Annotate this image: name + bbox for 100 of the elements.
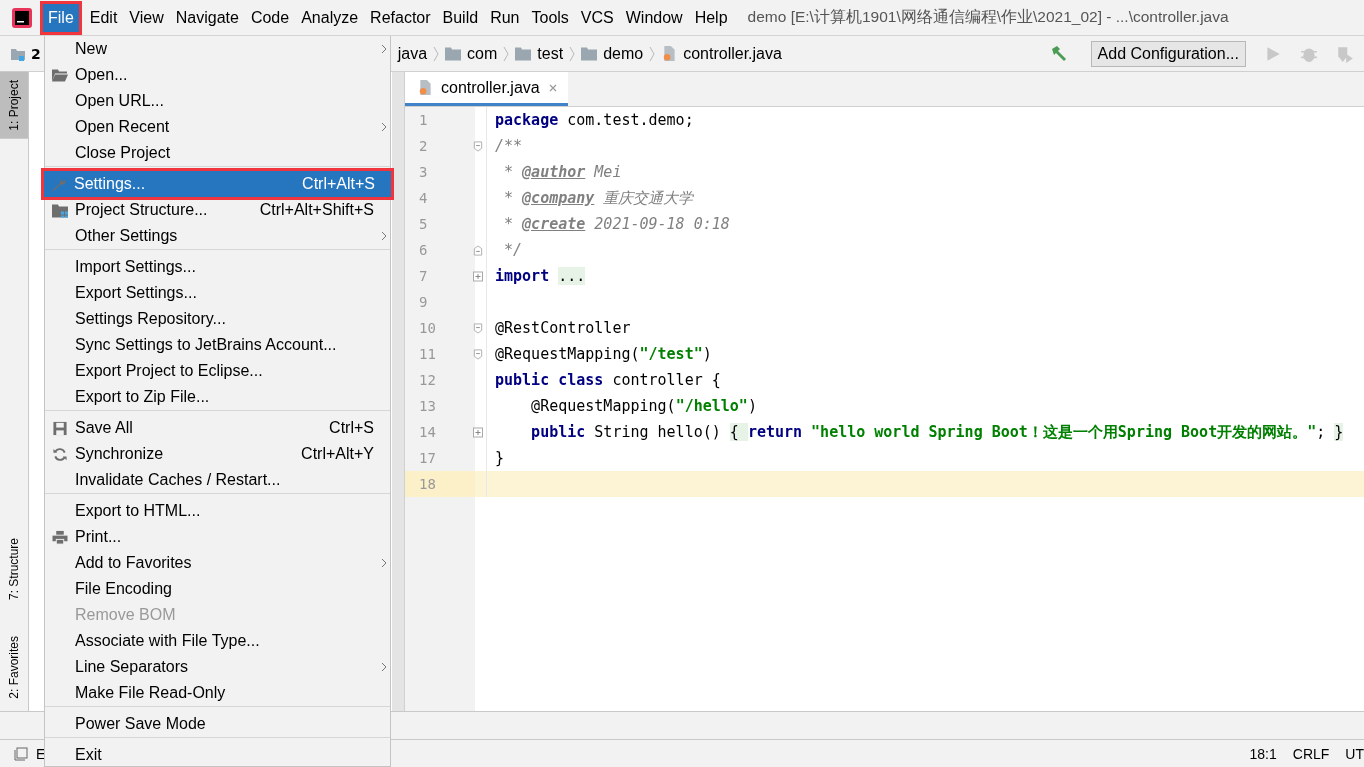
fold-icon[interactable] (473, 244, 483, 256)
menu-item[interactable]: Settings Repository... (45, 306, 390, 332)
code-line: @RequestMapping("/test") (494, 345, 712, 363)
menu-item[interactable]: Export Settings... (45, 280, 390, 306)
menu-item[interactable]: Edit (85, 0, 122, 35)
tool-window-tab[interactable]: 7: Structure (0, 530, 28, 609)
line-number: 13 (418, 398, 437, 414)
menu-item[interactable]: Other Settings (45, 223, 390, 249)
chevron-icon (649, 45, 656, 62)
line-number: 14 (418, 424, 437, 440)
line-number: 4 (418, 190, 429, 206)
menu-item[interactable]: Print... (45, 524, 390, 550)
folder-icon (515, 46, 532, 61)
menu-item[interactable]: New (45, 36, 390, 62)
menu-item[interactable]: File (40, 0, 82, 35)
code-line: * @create 2021-09-18 0:18 (503, 215, 730, 233)
menu-item[interactable]: Open Recent (45, 114, 390, 140)
menu-item[interactable]: View (125, 0, 168, 35)
expand-icon[interactable] (473, 270, 483, 282)
folder-grid-icon (52, 202, 68, 218)
breadcrumb[interactable]: com (467, 44, 498, 63)
tool-window-tab[interactable]: 1: Project (0, 72, 28, 139)
menu-item[interactable]: Code (246, 0, 294, 35)
menu-item[interactable]: Invalidate Caches / Restart... (45, 467, 390, 493)
menu-item[interactable]: Tools (527, 0, 573, 35)
breadcrumb[interactable]: demo (603, 44, 644, 63)
line-number: 5 (418, 216, 429, 232)
menu-item[interactable]: Add to Favorites (45, 550, 390, 576)
menu-item[interactable]: Project Structure... Ctrl+Alt+Shift+S (45, 197, 390, 223)
menu-item[interactable]: Power Save Mode (45, 711, 390, 737)
menu-item[interactable]: Associate with File Type... (45, 628, 390, 654)
menu-item[interactable]: Line Separators (45, 654, 390, 680)
window-title: demo [E:\计算机1901\网络通信编程\作业\2021_02] - ...\controller.java (747, 7, 1229, 27)
menu-item[interactable]: Refactor (366, 0, 435, 35)
menu-item[interactable]: Sync Settings to JetBrains Account... (45, 332, 390, 358)
menu-item[interactable]: Window (621, 0, 687, 35)
line-number: 18 (418, 476, 437, 492)
code-line: @RequestMapping("/hello") (530, 397, 757, 415)
menu-item[interactable]: Analyze (297, 0, 363, 35)
line-number: 6 (418, 242, 429, 258)
folder-icon (581, 46, 598, 61)
file-encoding[interactable]: UT (1345, 745, 1364, 762)
menu-item[interactable]: Save All Ctrl+S (45, 415, 390, 441)
shield-run-icon[interactable] (1336, 44, 1354, 63)
menu-item[interactable]: Open URL... (45, 88, 390, 114)
caret-position[interactable]: 18:1 (1249, 745, 1277, 762)
menu-item[interactable]: Run (486, 0, 524, 35)
menu-item[interactable]: Close Project (45, 140, 390, 166)
menu-item[interactable]: Exit (45, 742, 390, 767)
code-line: * @author Mei (503, 163, 622, 181)
close-icon[interactable] (547, 82, 558, 93)
breadcrumb[interactable]: test (537, 44, 564, 63)
menu-item[interactable]: Settings... Ctrl+Alt+S (44, 171, 391, 197)
line-number: 9 (418, 294, 429, 310)
menu-item[interactable]: Make File Read-Only (45, 680, 390, 706)
editor-tab[interactable]: controller.java (405, 72, 568, 106)
panel-toggle-icon[interactable] (14, 746, 28, 761)
line-number: 2 (418, 138, 429, 154)
java-file-icon (661, 46, 678, 61)
menu-item[interactable]: Build (438, 0, 483, 35)
tool-window-tab[interactable]: 2: Favorites (0, 628, 28, 707)
menu-item[interactable]: Export to HTML... (45, 498, 390, 524)
fold-icon[interactable] (473, 140, 483, 152)
menu-item[interactable]: Synchronize Ctrl+Alt+Y (45, 441, 390, 467)
menu-item[interactable]: Export Project to Eclipse... (45, 358, 390, 384)
line-number: 11 (418, 346, 437, 362)
menu-item[interactable]: Open... (45, 62, 390, 88)
code-line: import ... (494, 267, 586, 285)
chevron-icon (503, 45, 510, 62)
status-text: E (36, 745, 46, 762)
line-separator[interactable]: CRLF (1292, 745, 1330, 762)
breadcrumb[interactable]: controller.java (683, 44, 782, 63)
project-name[interactable]: 2 (31, 45, 41, 62)
menu-item[interactable]: File Encoding (45, 576, 390, 602)
code-line: public class controller { (494, 371, 721, 389)
fold-icon[interactable] (473, 322, 483, 334)
add-configuration-button[interactable]: Add Configuration... (1090, 40, 1246, 67)
code-line: @RestController (494, 319, 631, 337)
menu-item[interactable]: VCS (576, 0, 618, 35)
fold-icon[interactable] (473, 348, 483, 360)
java-file-icon (417, 80, 433, 95)
line-number: 17 (418, 450, 437, 466)
line-number: 1 (418, 112, 429, 128)
expand-icon[interactable] (473, 426, 483, 438)
code-line: * @company 重庆交通大学 (503, 188, 694, 208)
code-line: } (494, 449, 505, 467)
menu-item[interactable]: Import Settings... (45, 254, 390, 280)
menu-item[interactable]: Export to Zip File... (45, 384, 390, 410)
menu-item[interactable]: Navigate (171, 0, 243, 35)
code-line: public String hello() { return "hello world Spring Boot！这是一个用Spring Boot开发的网站。"; } (530, 422, 1344, 442)
code-line: */ (503, 241, 523, 259)
sync-icon (52, 446, 68, 462)
run-icon[interactable] (1264, 44, 1282, 63)
breadcrumb[interactable]: java (397, 44, 428, 63)
folder-icon (445, 46, 462, 61)
chevron-icon (569, 45, 576, 62)
menu-item[interactable]: Help (690, 0, 732, 35)
scrollbar[interactable] (392, 72, 404, 711)
line-number: 3 (418, 164, 429, 180)
chevron-icon (433, 45, 440, 62)
